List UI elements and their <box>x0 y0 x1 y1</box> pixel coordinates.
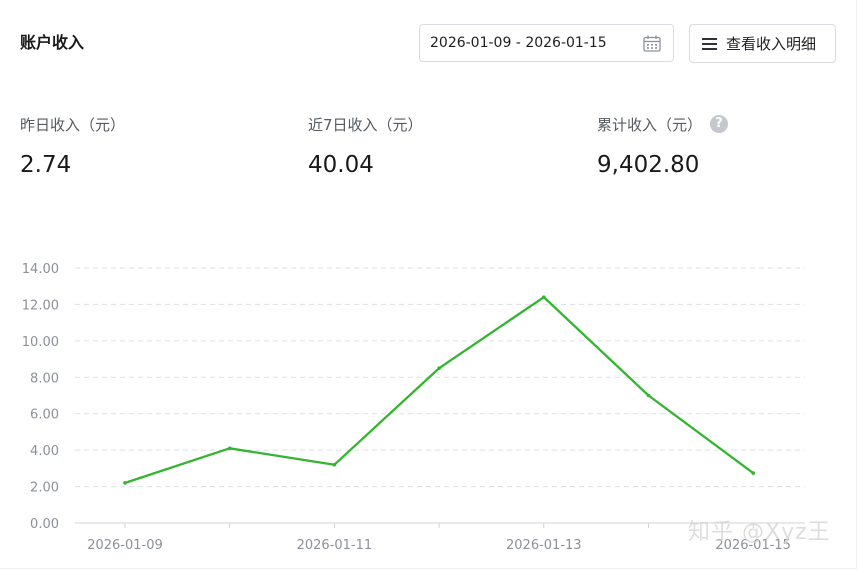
income-card: 账户收入 2026-01-09 - 2026-01-15 查看收入明细 昨日收入… <box>0 0 857 569</box>
income-series-line <box>124 295 754 485</box>
view-income-details-label: 查看收入明细 <box>726 35 817 53</box>
calendar-icon <box>643 35 661 52</box>
stat-value: 2.74 <box>20 152 72 178</box>
data-point <box>437 366 441 370</box>
x-tick-label: 2026-01-11 <box>297 538 373 553</box>
stat-total-income: 累计收入（元） ? 9,402.80 <box>597 113 729 178</box>
data-point <box>542 295 546 299</box>
stat-value: 40.04 <box>308 152 374 178</box>
x-tick-label: 2026-01-09 <box>87 538 163 553</box>
y-tick-label: 0.00 <box>30 517 59 532</box>
date-range-value: 2026-01-09 - 2026-01-15 <box>430 35 607 51</box>
y-tick-label: 4.00 <box>30 444 59 459</box>
stat-yesterday-income: 昨日收入（元） 2.74 <box>20 113 126 179</box>
y-tick-label: 2.00 <box>30 481 59 496</box>
y-tick-label: 6.00 <box>30 408 59 423</box>
data-point <box>332 462 337 467</box>
stat-label: 昨日收入（元） <box>20 115 126 134</box>
page-title: 账户收入 <box>20 33 85 52</box>
data-point <box>646 393 651 398</box>
data-point <box>227 446 232 451</box>
x-tick-label: 2026-01-13 <box>506 538 582 553</box>
y-tick-label: 14.00 <box>22 262 59 277</box>
view-income-details-button[interactable]: 查看收入明细 <box>689 24 836 63</box>
data-point <box>123 481 127 485</box>
stat-7day-income: 近7日收入（元） 40.04 <box>308 113 423 179</box>
y-tick-label: 8.00 <box>30 371 59 386</box>
data-point <box>751 471 755 475</box>
stat-value: 9,402.80 <box>597 152 700 178</box>
y-tick-label: 12.00 <box>22 298 59 313</box>
stat-label-row: 累计收入（元） ? <box>597 113 729 135</box>
date-range-picker[interactable]: 2026-01-09 - 2026-01-15 <box>419 24 674 62</box>
list-menu-icon <box>702 37 717 50</box>
stat-label: 近7日收入（元） <box>308 115 423 134</box>
stat-label: 累计收入（元） <box>597 115 703 134</box>
y-tick-label: 10.00 <box>22 335 59 350</box>
watermark: 知乎 @Xyz王 <box>688 520 831 545</box>
question-circle-icon[interactable]: ? <box>710 115 729 133</box>
